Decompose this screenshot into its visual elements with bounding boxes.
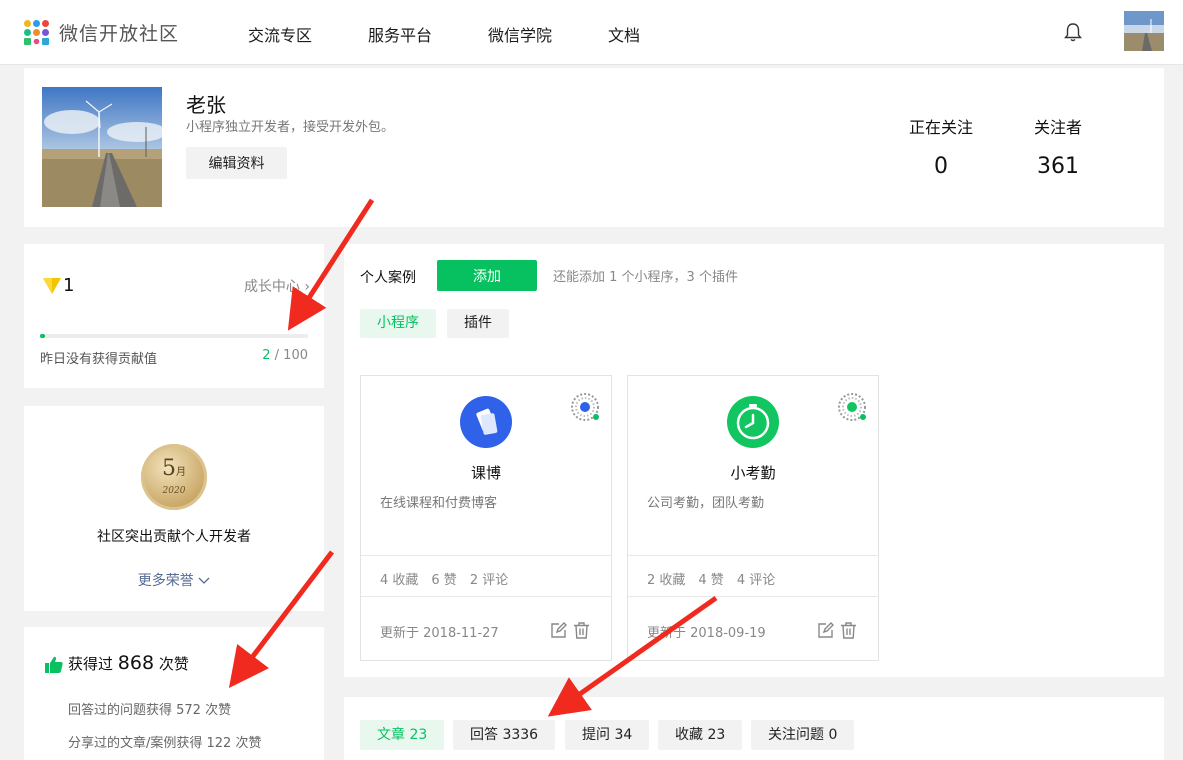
- app-card-attendance[interactable]: 小考勤 公司考勤，团队考勤 2 收藏 4 赞 4 评论 更新于 2018-09-19: [627, 375, 879, 661]
- user-avatar[interactable]: [1124, 11, 1164, 51]
- divider: [628, 596, 878, 597]
- answers-likes: 回答过的问题获得 572 次赞: [68, 703, 232, 718]
- nav-item-community[interactable]: 交流专区: [248, 22, 312, 46]
- add-case-button[interactable]: 添加: [437, 260, 537, 291]
- cases-title: 个人案例: [360, 270, 416, 286]
- level-badge-icon: [43, 278, 61, 294]
- app-likes: 4 赞: [698, 573, 724, 588]
- app-stats: 2 收藏 4 赞 4 评论: [647, 569, 788, 588]
- progress-fill: [40, 334, 46, 338]
- nav-item-services[interactable]: 服务平台: [368, 22, 432, 46]
- profile-photo: [42, 87, 162, 207]
- nav-item-docs[interactable]: 文档: [608, 22, 640, 46]
- tab-miniprogram[interactable]: 小程序: [360, 309, 436, 338]
- contribution-total: / 100: [270, 348, 308, 363]
- medal-unit: 月: [176, 467, 186, 478]
- contribution-note: 昨日没有获得贡献值: [40, 352, 158, 367]
- tab-articles[interactable]: 文章 23: [360, 720, 445, 750]
- shares-likes: 分享过的文章/案例获得 122 次赞: [68, 736, 262, 751]
- profile-name: 老张: [186, 93, 226, 117]
- app-updated-date: 更新于 2018-11-27: [380, 626, 499, 641]
- trash-icon[interactable]: [840, 622, 857, 639]
- app-favorites: 2 收藏: [647, 573, 686, 588]
- edit-profile-button[interactable]: 编辑资料: [186, 147, 287, 179]
- honor-title: 社区突出贡献个人开发者: [97, 529, 251, 545]
- medal-icon: 5月 2020: [141, 444, 207, 510]
- personal-cases-card: 个人案例 添加 还能添加 1 个小程序，3 个插件 小程序 插件 课博 在线课程…: [344, 244, 1164, 677]
- app-card-kebo[interactable]: 课博 在线课程和付费博客 4 收藏 6 赞 2 评论 更新于 2018-11-27: [360, 375, 612, 661]
- qr-code-icon[interactable]: [570, 392, 600, 422]
- profile-card: 老张 小程序独立开发者，接受开发外包。 编辑资料 正在关注 0 关注者 361: [24, 68, 1164, 227]
- edit-icon[interactable]: [817, 622, 834, 639]
- app-comments: 4 评论: [736, 573, 776, 588]
- top-navigation-bar: 微信开放社区 交流专区 服务平台 微信学院 文档: [0, 0, 1183, 65]
- followers-count: 361: [1037, 154, 1079, 179]
- medal-month: 5: [162, 456, 176, 481]
- divider: [361, 596, 611, 597]
- more-honors-link[interactable]: 更多荣誉: [24, 570, 324, 590]
- followers-label: 关注者: [1033, 118, 1082, 137]
- logo-icon: [24, 19, 50, 46]
- site-logo[interactable]: 微信开放社区: [24, 19, 179, 46]
- honor-card: 5月 2020 社区突出贡献个人开发者 更多荣誉: [24, 406, 324, 611]
- contribution-current: 2: [262, 348, 271, 363]
- app-name: 课博: [470, 464, 501, 482]
- likes-count: 868: [117, 652, 155, 674]
- app-updated-date: 更新于 2018-09-19: [647, 626, 766, 641]
- bell-icon[interactable]: [1062, 21, 1084, 43]
- main-nav: 交流专区 服务平台 微信学院 文档: [248, 22, 696, 46]
- thumbs-up-icon: [45, 656, 63, 673]
- divider: [628, 555, 878, 556]
- trash-icon[interactable]: [573, 622, 590, 639]
- tab-questions[interactable]: 提问 34: [565, 720, 650, 750]
- app-favorites: 4 收藏: [380, 573, 419, 588]
- nav-item-academy[interactable]: 微信学院: [488, 22, 552, 46]
- likes-suffix: 次赞: [158, 655, 189, 673]
- kebo-app-icon: [460, 396, 512, 448]
- growth-card: 1 成长中心 › 昨日没有获得贡献值 2 / 100: [24, 244, 324, 388]
- medal-year: 2020: [162, 486, 186, 496]
- tab-plugin[interactable]: 插件: [447, 309, 509, 338]
- likes-card: 获得过 868 次赞 回答过的问题获得 572 次赞 分享过的文章/案例获得 1…: [24, 627, 324, 760]
- growth-center-link[interactable]: 成长中心 ›: [244, 276, 310, 296]
- likes-prefix: 获得过: [68, 655, 114, 673]
- level-number: 1: [63, 275, 75, 296]
- attendance-app-icon: [727, 396, 779, 448]
- following-label: 正在关注: [908, 118, 973, 137]
- app-likes: 6 赞: [431, 573, 457, 588]
- likes-summary: 获得过 868 次赞: [68, 652, 189, 674]
- following-count: 0: [934, 154, 948, 179]
- contribution-count: 2 / 100: [262, 348, 308, 363]
- content-tabs-card: 文章 23 回答 3336 提问 34 收藏 23 关注问题 0: [344, 697, 1164, 760]
- divider: [361, 555, 611, 556]
- tab-answers[interactable]: 回答 3336: [453, 720, 556, 750]
- chevron-down-icon: [198, 577, 210, 584]
- cases-hint: 还能添加 1 个小程序，3 个插件: [553, 270, 738, 285]
- site-title: 微信开放社区: [59, 23, 180, 45]
- app-stats: 4 收藏 6 赞 2 评论: [380, 569, 521, 588]
- tab-favorites[interactable]: 收藏 23: [658, 720, 743, 750]
- following-stat[interactable]: 正在关注 0: [896, 114, 986, 179]
- tab-followed-questions[interactable]: 关注问题 0: [751, 720, 855, 750]
- app-description: 在线课程和付费博客: [380, 496, 498, 511]
- app-name: 小考勤: [730, 464, 776, 482]
- followers-stat[interactable]: 关注者 361: [1013, 114, 1103, 179]
- qr-code-icon[interactable]: [837, 392, 867, 422]
- profile-bio: 小程序独立开发者，接受开发外包。: [186, 120, 395, 135]
- app-description: 公司考勤，团队考勤: [647, 496, 765, 511]
- more-honors-label: 更多荣誉: [137, 573, 194, 589]
- contribution-progress-bar: [40, 334, 308, 338]
- edit-icon[interactable]: [550, 622, 567, 639]
- app-comments: 2 评论: [469, 573, 509, 588]
